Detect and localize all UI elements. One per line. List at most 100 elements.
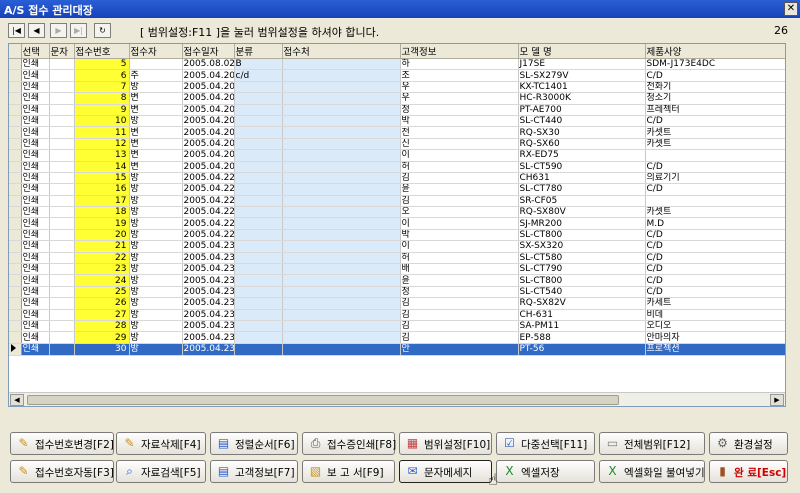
cell-sms[interactable] xyxy=(49,126,75,139)
cell-cls[interactable] xyxy=(234,92,283,105)
cell-model[interactable]: SL-CT800 xyxy=(518,274,646,287)
cell-cust[interactable]: 김 xyxy=(400,309,519,322)
cell-model[interactable]: SJ-MR200 xyxy=(518,217,646,230)
cell-sms[interactable] xyxy=(49,92,75,105)
cell-sel[interactable]: 인쇄 xyxy=(21,286,50,299)
cell-staff[interactable]: 변 xyxy=(129,149,183,162)
print-receipt-button[interactable]: ⎙ 접수증인쇄[F8] xyxy=(302,432,396,455)
cell-rcv[interactable] xyxy=(282,240,401,253)
column-header[interactable]: 접수일자 xyxy=(182,44,235,59)
row-indicator[interactable] xyxy=(9,138,22,151)
cell-num[interactable]: 30 xyxy=(74,343,130,356)
cell-model[interactable]: PT-AE700 xyxy=(518,104,646,116)
cell-staff[interactable] xyxy=(129,58,183,71)
table-row[interactable]: 인쇄 28 방 2005.04.23 김 SA-PM11 오디오 xyxy=(9,320,785,333)
cell-spec[interactable]: 프로젝션 xyxy=(645,343,785,356)
cell-staff[interactable]: 방 xyxy=(129,206,183,219)
table-row[interactable]: 인쇄 7 방 2005.04.20 우 KX-TC1401 전화기 xyxy=(9,81,785,94)
cell-cls[interactable] xyxy=(234,183,283,196)
cell-date[interactable]: 2005.04.23 xyxy=(182,331,235,344)
table-row[interactable]: 인쇄 24 방 2005.04.23 윤 SL-CT800 C/D xyxy=(9,274,785,287)
table-row[interactable]: 인쇄 30 방 2005.04.23 안 PT-56 프로젝션 xyxy=(9,343,785,356)
row-indicator[interactable] xyxy=(9,195,22,208)
row-indicator[interactable] xyxy=(9,343,22,356)
cell-sel[interactable]: 인쇄 xyxy=(21,58,50,71)
table-row[interactable]: 인쇄 6 주 2005.04.20 c/d 조 SL-SX279V C/D xyxy=(9,69,785,82)
cell-num[interactable]: 6 xyxy=(74,69,130,82)
cell-rcv[interactable] xyxy=(282,92,401,105)
cell-staff[interactable]: 변 xyxy=(129,126,183,139)
cell-rcv[interactable] xyxy=(282,161,401,173)
text-message-button[interactable]: ✉ 문자메세지 xyxy=(399,460,492,483)
cell-date[interactable]: 2005.04.23 xyxy=(182,274,235,287)
cell-date[interactable]: 2005.04.20 xyxy=(182,104,235,116)
cell-spec[interactable]: 카셋트 xyxy=(645,126,785,139)
cell-cls[interactable] xyxy=(234,115,283,128)
cell-cls[interactable] xyxy=(234,263,283,276)
cell-spec[interactable]: C/D xyxy=(645,263,785,276)
cell-sel[interactable]: 인쇄 xyxy=(21,161,50,173)
cell-cls[interactable] xyxy=(234,206,283,219)
cell-cust[interactable]: 윤 xyxy=(400,274,519,287)
cell-sel[interactable]: 인쇄 xyxy=(21,206,50,219)
cell-sms[interactable] xyxy=(49,115,75,128)
cell-spec[interactable]: 오디오 xyxy=(645,320,785,333)
sort-order-button[interactable]: ▤ 정렬순서[F6] xyxy=(210,432,298,455)
cell-sms[interactable] xyxy=(49,138,75,151)
cell-model[interactable]: SA-PM11 xyxy=(518,320,646,333)
cell-sel[interactable]: 인쇄 xyxy=(21,138,50,151)
cell-spec[interactable]: C/D xyxy=(645,274,785,287)
cell-rcv[interactable] xyxy=(282,172,401,185)
table-row[interactable]: 인쇄 14 변 2005.04.20 허 SL-CT590 C/D xyxy=(9,161,785,173)
row-indicator[interactable] xyxy=(9,81,22,94)
cell-sel[interactable]: 인쇄 xyxy=(21,331,50,344)
cell-date[interactable]: 2005.04.23 xyxy=(182,320,235,333)
cell-sel[interactable]: 인쇄 xyxy=(21,183,50,196)
cell-spec[interactable]: C/D xyxy=(645,161,785,173)
cell-sms[interactable] xyxy=(49,206,75,219)
delete-data-button[interactable]: ✎ 자료삭제[F4] xyxy=(116,432,206,455)
search-data-button[interactable]: ⌕ 자료검색[F5] xyxy=(116,460,206,483)
nav-first-button[interactable]: |◀ xyxy=(8,23,25,38)
cell-cust[interactable]: 안 xyxy=(400,343,519,356)
cell-cls[interactable] xyxy=(234,161,283,173)
cell-model[interactable]: RQ-SX82V xyxy=(518,297,646,310)
cell-staff[interactable]: 변 xyxy=(129,104,183,116)
cell-model[interactable]: EP-588 xyxy=(518,331,646,344)
cell-cust[interactable]: 우 xyxy=(400,92,519,105)
cell-rcv[interactable] xyxy=(282,217,401,230)
cell-spec[interactable]: 카셋트 xyxy=(645,206,785,219)
cell-model[interactable]: SL-CT580 xyxy=(518,252,646,265)
cell-model[interactable]: J17SE xyxy=(518,58,646,71)
cell-rcv[interactable] xyxy=(282,274,401,287)
row-indicator[interactable] xyxy=(9,229,22,242)
cell-cust[interactable]: 김 xyxy=(400,172,519,185)
cell-staff[interactable]: 방 xyxy=(129,240,183,253)
cell-cls[interactable]: B xyxy=(234,58,283,71)
cell-sms[interactable] xyxy=(49,240,75,253)
multi-select-button[interactable]: ☑ 다중선택[F11] xyxy=(496,432,595,455)
cell-sel[interactable]: 인쇄 xyxy=(21,126,50,139)
cell-date[interactable]: 2005.04.22 xyxy=(182,206,235,219)
cell-sms[interactable] xyxy=(49,58,75,71)
row-indicator[interactable] xyxy=(9,206,22,219)
cell-cust[interactable]: 허 xyxy=(400,161,519,173)
cell-cls[interactable] xyxy=(234,309,283,322)
cell-sel[interactable]: 인쇄 xyxy=(21,274,50,287)
row-indicator[interactable] xyxy=(9,172,22,185)
cell-sms[interactable] xyxy=(49,320,75,333)
cell-date[interactable]: 2005.04.20 xyxy=(182,81,235,94)
cell-staff[interactable]: 방 xyxy=(129,286,183,299)
cell-rcv[interactable] xyxy=(282,81,401,94)
cell-cust[interactable]: 배 xyxy=(400,263,519,276)
cell-spec[interactable] xyxy=(645,195,785,208)
cell-date[interactable]: 2005.04.23 xyxy=(182,263,235,276)
column-header[interactable]: 접수번호 xyxy=(74,44,130,59)
cell-staff[interactable]: 방 xyxy=(129,217,183,230)
cell-num[interactable]: 7 xyxy=(74,81,130,94)
cell-rcv[interactable] xyxy=(282,149,401,162)
cell-spec[interactable]: SDM-J173E4DC xyxy=(645,58,785,71)
cell-rcv[interactable] xyxy=(282,115,401,128)
cell-date[interactable]: 2005.04.22 xyxy=(182,183,235,196)
row-indicator[interactable] xyxy=(9,252,22,265)
